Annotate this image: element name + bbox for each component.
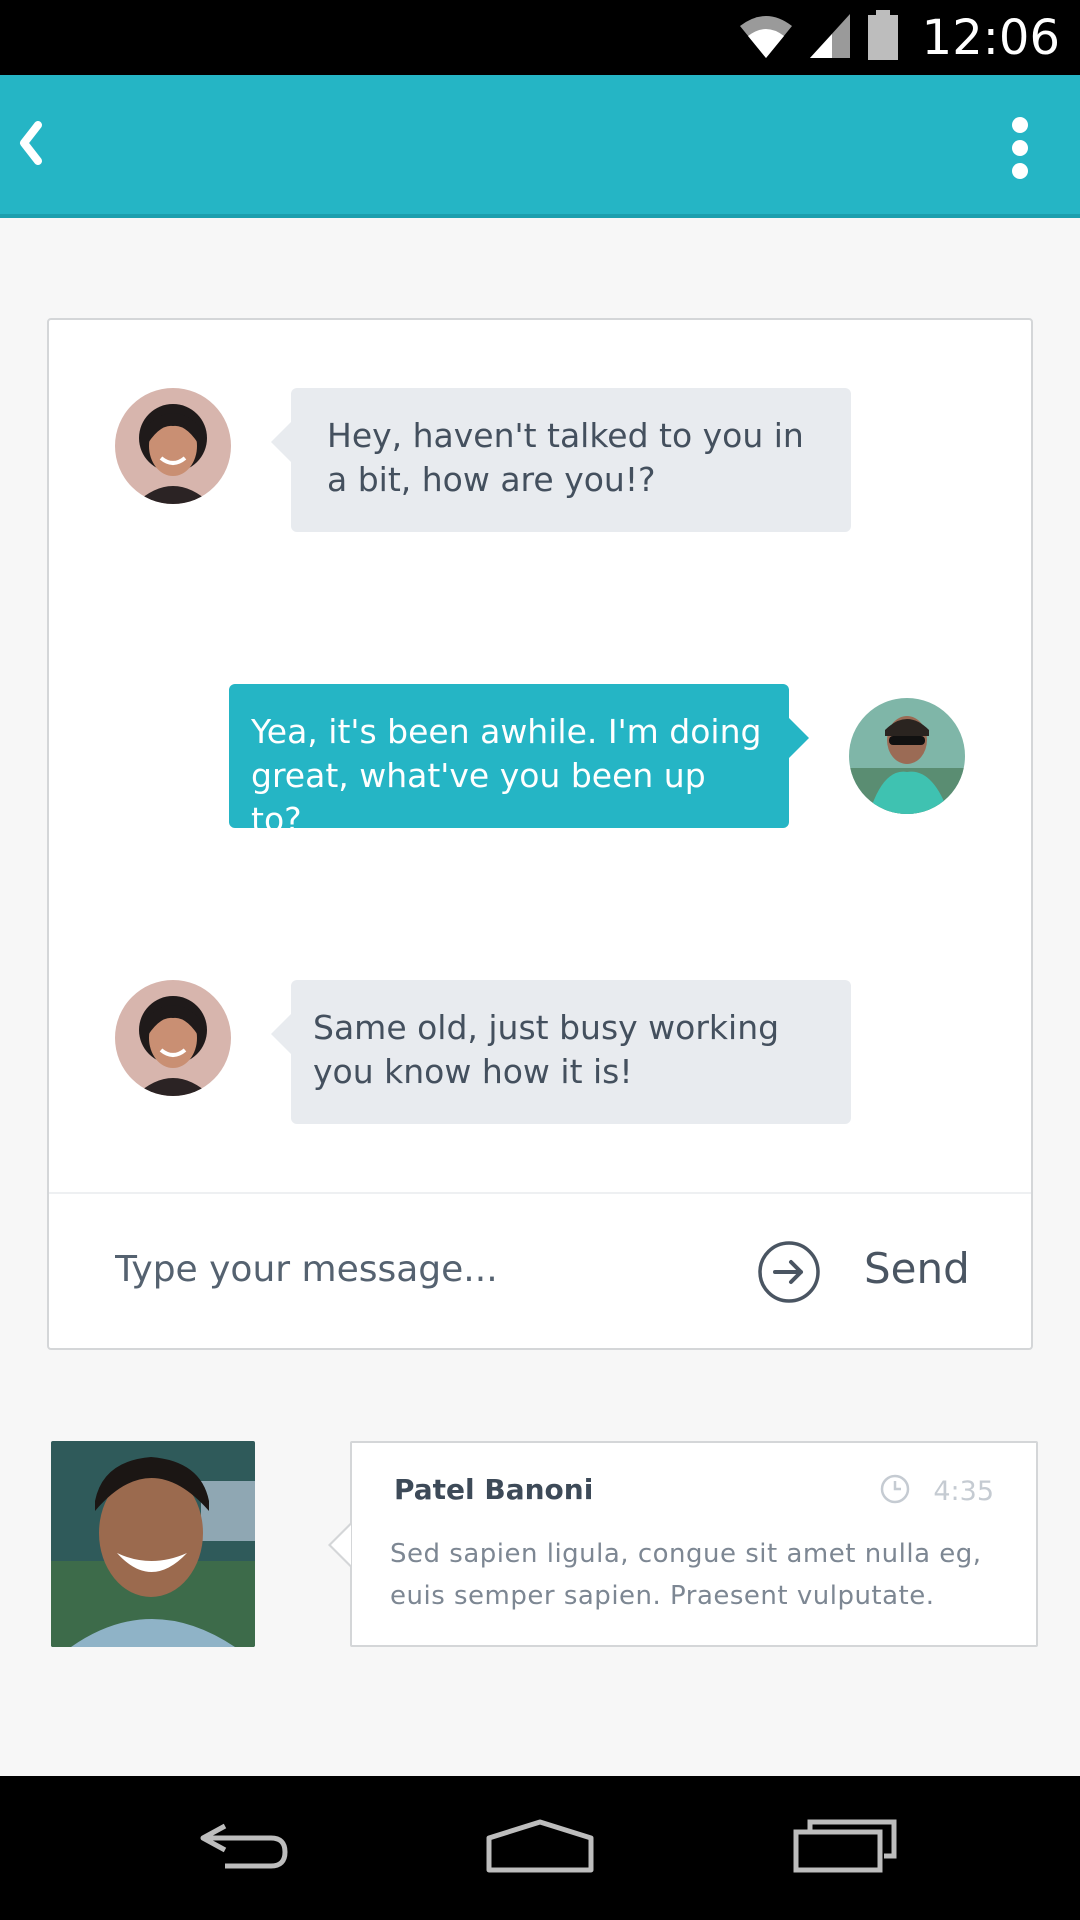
message-bubble-outgoing: Yea, it's been awhile. I'm doing great, …	[229, 684, 809, 839]
send-button[interactable]: Send	[864, 1244, 970, 1293]
contact-avatar[interactable]	[115, 388, 231, 504]
app-bar	[0, 75, 1080, 218]
send-arrow-icon[interactable]	[757, 1240, 821, 1304]
nav-home-button[interactable]	[470, 1806, 610, 1890]
status-icons: 12:06	[738, 8, 1060, 68]
message-input[interactable]	[115, 1234, 715, 1304]
battery-icon	[866, 9, 900, 67]
overflow-menu-icon	[1012, 117, 1028, 133]
nav-home-icon	[485, 1816, 595, 1881]
status-bar: 12:06	[0, 0, 1080, 75]
clock-icon	[879, 1473, 911, 1510]
user-avatar[interactable]	[849, 698, 965, 814]
nav-back-button[interactable]	[170, 1806, 310, 1890]
contact-name: Patel Banoni	[394, 1473, 594, 1506]
message-bubble-incoming: Hey, haven't talked to you in a bit, how…	[271, 388, 851, 532]
nav-recents-button[interactable]	[775, 1806, 915, 1890]
timestamp: 4:35	[879, 1473, 994, 1510]
contact-avatar[interactable]	[115, 980, 231, 1096]
back-icon	[18, 120, 44, 170]
message-bubble-incoming: Same old, just busy working you know how…	[271, 980, 851, 1124]
preview-avatar[interactable]	[51, 1441, 255, 1647]
conversation-preview-card[interactable]: Patel Banoni 4:35 Sed sapien ligula, con…	[328, 1441, 1038, 1647]
message-snippet: Sed sapien ligula, congue sit amet nulla…	[390, 1539, 982, 1611]
overflow-menu-button[interactable]	[1000, 113, 1040, 183]
timestamp-text: 4:35	[933, 1476, 994, 1507]
navigation-bar	[0, 1776, 1080, 1920]
signal-icon	[808, 12, 852, 65]
nav-back-icon	[185, 1816, 295, 1881]
wifi-icon	[738, 12, 794, 65]
nav-recents-icon	[790, 1816, 900, 1881]
status-time: 12:06	[921, 10, 1060, 66]
chat-card: Hey, haven't talked to you in a bit, how…	[47, 318, 1033, 1350]
back-button[interactable]	[6, 110, 56, 180]
message-composer: Send	[49, 1192, 1031, 1350]
